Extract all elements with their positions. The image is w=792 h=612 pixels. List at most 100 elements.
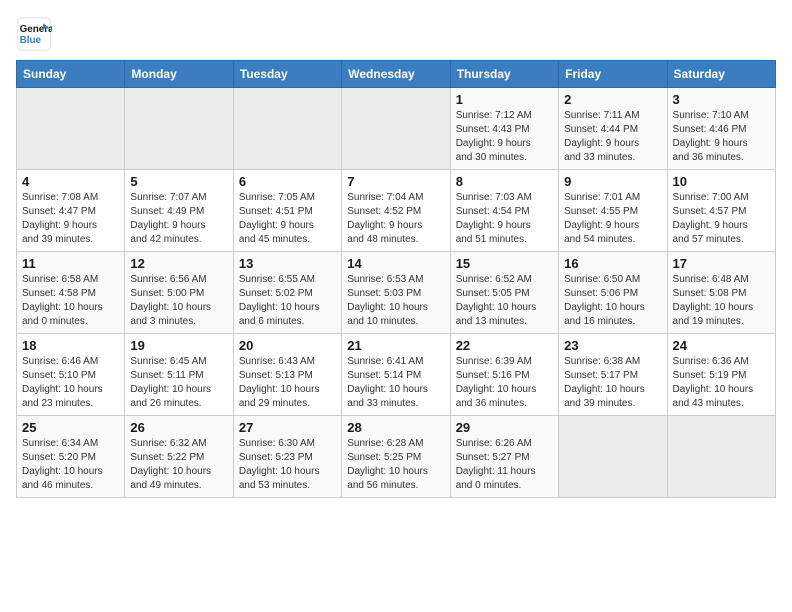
day-cell bbox=[667, 416, 775, 498]
day-cell: 18 Sunrise: 6:46 AM Sunset: 5:10 PM Dayli… bbox=[17, 334, 125, 416]
day-cell: 22 Sunrise: 6:39 AM Sunset: 5:16 PM Dayli… bbox=[450, 334, 558, 416]
day-number: 24 bbox=[673, 338, 770, 353]
day-cell: 3 Sunrise: 7:10 AM Sunset: 4:46 PM Daylig… bbox=[667, 88, 775, 170]
day-number: 25 bbox=[22, 420, 119, 435]
svg-text:Blue: Blue bbox=[20, 35, 42, 46]
day-number: 13 bbox=[239, 256, 336, 271]
day-cell: 25 Sunrise: 6:34 AM Sunset: 5:20 PM Dayli… bbox=[17, 416, 125, 498]
col-header-monday: Monday bbox=[125, 61, 233, 88]
logo-icon: General Blue bbox=[16, 16, 52, 52]
day-number: 7 bbox=[347, 174, 444, 189]
col-header-saturday: Saturday bbox=[667, 61, 775, 88]
day-info: Sunrise: 6:26 AM Sunset: 5:27 PM Dayligh… bbox=[456, 437, 553, 493]
day-cell: 24 Sunrise: 6:36 AM Sunset: 5:19 PM Dayli… bbox=[667, 334, 775, 416]
week-row-3: 18 Sunrise: 6:46 AM Sunset: 5:10 PM Dayli… bbox=[17, 334, 776, 416]
day-cell: 12 Sunrise: 6:56 AM Sunset: 5:00 PM Dayli… bbox=[125, 252, 233, 334]
day-info: Sunrise: 6:34 AM Sunset: 5:20 PM Dayligh… bbox=[22, 437, 119, 493]
day-cell: 26 Sunrise: 6:32 AM Sunset: 5:22 PM Dayli… bbox=[125, 416, 233, 498]
day-number: 5 bbox=[130, 174, 227, 189]
day-info: Sunrise: 6:58 AM Sunset: 4:58 PM Dayligh… bbox=[22, 273, 119, 329]
day-number: 8 bbox=[456, 174, 553, 189]
day-info: Sunrise: 6:46 AM Sunset: 5:10 PM Dayligh… bbox=[22, 355, 119, 411]
day-cell: 6Sunrise: 7:05 AM Sunset: 4:51 PM Daylig… bbox=[233, 170, 341, 252]
day-number: 16 bbox=[564, 256, 661, 271]
col-header-wednesday: Wednesday bbox=[342, 61, 450, 88]
day-cell: 23 Sunrise: 6:38 AM Sunset: 5:17 PM Dayli… bbox=[559, 334, 667, 416]
day-info: Sunrise: 7:00 AM Sunset: 4:57 PM Dayligh… bbox=[673, 191, 770, 247]
calendar: SundayMondayTuesdayWednesdayThursdayFrid… bbox=[16, 60, 776, 498]
day-info: Sunrise: 6:52 AM Sunset: 5:05 PM Dayligh… bbox=[456, 273, 553, 329]
day-number: 15 bbox=[456, 256, 553, 271]
header: General Blue bbox=[16, 16, 776, 52]
day-info: Sunrise: 6:28 AM Sunset: 5:25 PM Dayligh… bbox=[347, 437, 444, 493]
day-number: 10 bbox=[673, 174, 770, 189]
day-cell: 9 Sunrise: 7:01 AM Sunset: 4:55 PM Daylig… bbox=[559, 170, 667, 252]
day-info: Sunrise: 7:10 AM Sunset: 4:46 PM Dayligh… bbox=[673, 109, 770, 165]
day-cell bbox=[342, 88, 450, 170]
day-cell: 14 Sunrise: 6:53 AM Sunset: 5:03 PM Dayli… bbox=[342, 252, 450, 334]
col-header-thursday: Thursday bbox=[450, 61, 558, 88]
day-number: 29 bbox=[456, 420, 553, 435]
day-info: Sunrise: 6:55 AM Sunset: 5:02 PM Dayligh… bbox=[239, 273, 336, 329]
day-info: Sunrise: 7:03 AM Sunset: 4:54 PM Dayligh… bbox=[456, 191, 553, 247]
day-info: Sunrise: 6:36 AM Sunset: 5:19 PM Dayligh… bbox=[673, 355, 770, 411]
day-number: 11 bbox=[22, 256, 119, 271]
day-number: 28 bbox=[347, 420, 444, 435]
day-cell: 5 Sunrise: 7:07 AM Sunset: 4:49 PM Daylig… bbox=[125, 170, 233, 252]
day-number: 22 bbox=[456, 338, 553, 353]
week-row-0: 1 Sunrise: 7:12 AM Sunset: 4:43 PM Daylig… bbox=[17, 88, 776, 170]
day-number: 23 bbox=[564, 338, 661, 353]
day-info: Sunrise: 6:56 AM Sunset: 5:00 PM Dayligh… bbox=[130, 273, 227, 329]
day-info: Sunrise: 6:50 AM Sunset: 5:06 PM Dayligh… bbox=[564, 273, 661, 329]
day-cell: 20Sunrise: 6:43 AM Sunset: 5:13 PM Dayli… bbox=[233, 334, 341, 416]
day-info: Sunrise: 6:48 AM Sunset: 5:08 PM Dayligh… bbox=[673, 273, 770, 329]
day-info: Sunrise: 7:12 AM Sunset: 4:43 PM Dayligh… bbox=[456, 109, 553, 165]
day-info: Sunrise: 6:38 AM Sunset: 5:17 PM Dayligh… bbox=[564, 355, 661, 411]
day-cell: 27 Sunrise: 6:30 AM Sunset: 5:23 PM Dayli… bbox=[233, 416, 341, 498]
day-info: Sunrise: 7:01 AM Sunset: 4:55 PM Dayligh… bbox=[564, 191, 661, 247]
day-cell bbox=[233, 88, 341, 170]
day-cell bbox=[125, 88, 233, 170]
col-header-friday: Friday bbox=[559, 61, 667, 88]
day-cell: 17 Sunrise: 6:48 AM Sunset: 5:08 PM Dayli… bbox=[667, 252, 775, 334]
day-info: Sunrise: 6:41 AM Sunset: 5:14 PM Dayligh… bbox=[347, 355, 444, 411]
day-number: 27 bbox=[239, 420, 336, 435]
day-number: 12 bbox=[130, 256, 227, 271]
day-info: Sunrise: 7:07 AM Sunset: 4:49 PM Dayligh… bbox=[130, 191, 227, 247]
day-number: 18 bbox=[22, 338, 119, 353]
week-row-1: 4 Sunrise: 7:08 AM Sunset: 4:47 PM Daylig… bbox=[17, 170, 776, 252]
day-cell: 15 Sunrise: 6:52 AM Sunset: 5:05 PM Dayli… bbox=[450, 252, 558, 334]
day-number: 17 bbox=[673, 256, 770, 271]
day-cell: 13 Sunrise: 6:55 AM Sunset: 5:02 PM Dayli… bbox=[233, 252, 341, 334]
day-info: Sunrise: 6:43 AM Sunset: 5:13 PM Dayligh… bbox=[239, 355, 336, 411]
col-header-sunday: Sunday bbox=[17, 61, 125, 88]
day-number: 26 bbox=[130, 420, 227, 435]
day-cell: 29 Sunrise: 6:26 AM Sunset: 5:27 PM Dayli… bbox=[450, 416, 558, 498]
day-number: 1 bbox=[456, 92, 553, 107]
calendar-header-row: SundayMondayTuesdayWednesdayThursdayFrid… bbox=[17, 61, 776, 88]
week-row-4: 25 Sunrise: 6:34 AM Sunset: 5:20 PM Dayli… bbox=[17, 416, 776, 498]
day-number: 14 bbox=[347, 256, 444, 271]
day-cell bbox=[559, 416, 667, 498]
day-number: 9 bbox=[564, 174, 661, 189]
week-row-2: 11 Sunrise: 6:58 AM Sunset: 4:58 PM Dayli… bbox=[17, 252, 776, 334]
day-number: 4 bbox=[22, 174, 119, 189]
day-info: Sunrise: 7:04 AM Sunset: 4:52 PM Dayligh… bbox=[347, 191, 444, 247]
svg-text:General: General bbox=[20, 24, 52, 35]
day-cell: 16 Sunrise: 6:50 AM Sunset: 5:06 PM Dayli… bbox=[559, 252, 667, 334]
day-number: 3 bbox=[673, 92, 770, 107]
day-info: Sunrise: 6:39 AM Sunset: 5:16 PM Dayligh… bbox=[456, 355, 553, 411]
day-info: Sunrise: 7:08 AM Sunset: 4:47 PM Dayligh… bbox=[22, 191, 119, 247]
day-info: Sunrise: 6:30 AM Sunset: 5:23 PM Dayligh… bbox=[239, 437, 336, 493]
day-number: 2 bbox=[564, 92, 661, 107]
day-cell: 8 Sunrise: 7:03 AM Sunset: 4:54 PM Daylig… bbox=[450, 170, 558, 252]
day-info: Sunrise: 7:05 AM Sunset: 4:51 PM Dayligh… bbox=[239, 191, 336, 247]
col-header-tuesday: Tuesday bbox=[233, 61, 341, 88]
day-cell bbox=[17, 88, 125, 170]
day-cell: 11 Sunrise: 6:58 AM Sunset: 4:58 PM Dayli… bbox=[17, 252, 125, 334]
day-info: Sunrise: 6:53 AM Sunset: 5:03 PM Dayligh… bbox=[347, 273, 444, 329]
day-cell: 4 Sunrise: 7:08 AM Sunset: 4:47 PM Daylig… bbox=[17, 170, 125, 252]
day-cell: 28 Sunrise: 6:28 AM Sunset: 5:25 PM Dayli… bbox=[342, 416, 450, 498]
day-info: Sunrise: 6:32 AM Sunset: 5:22 PM Dayligh… bbox=[130, 437, 227, 493]
day-cell: 19Sunrise: 6:45 AM Sunset: 5:11 PM Dayli… bbox=[125, 334, 233, 416]
